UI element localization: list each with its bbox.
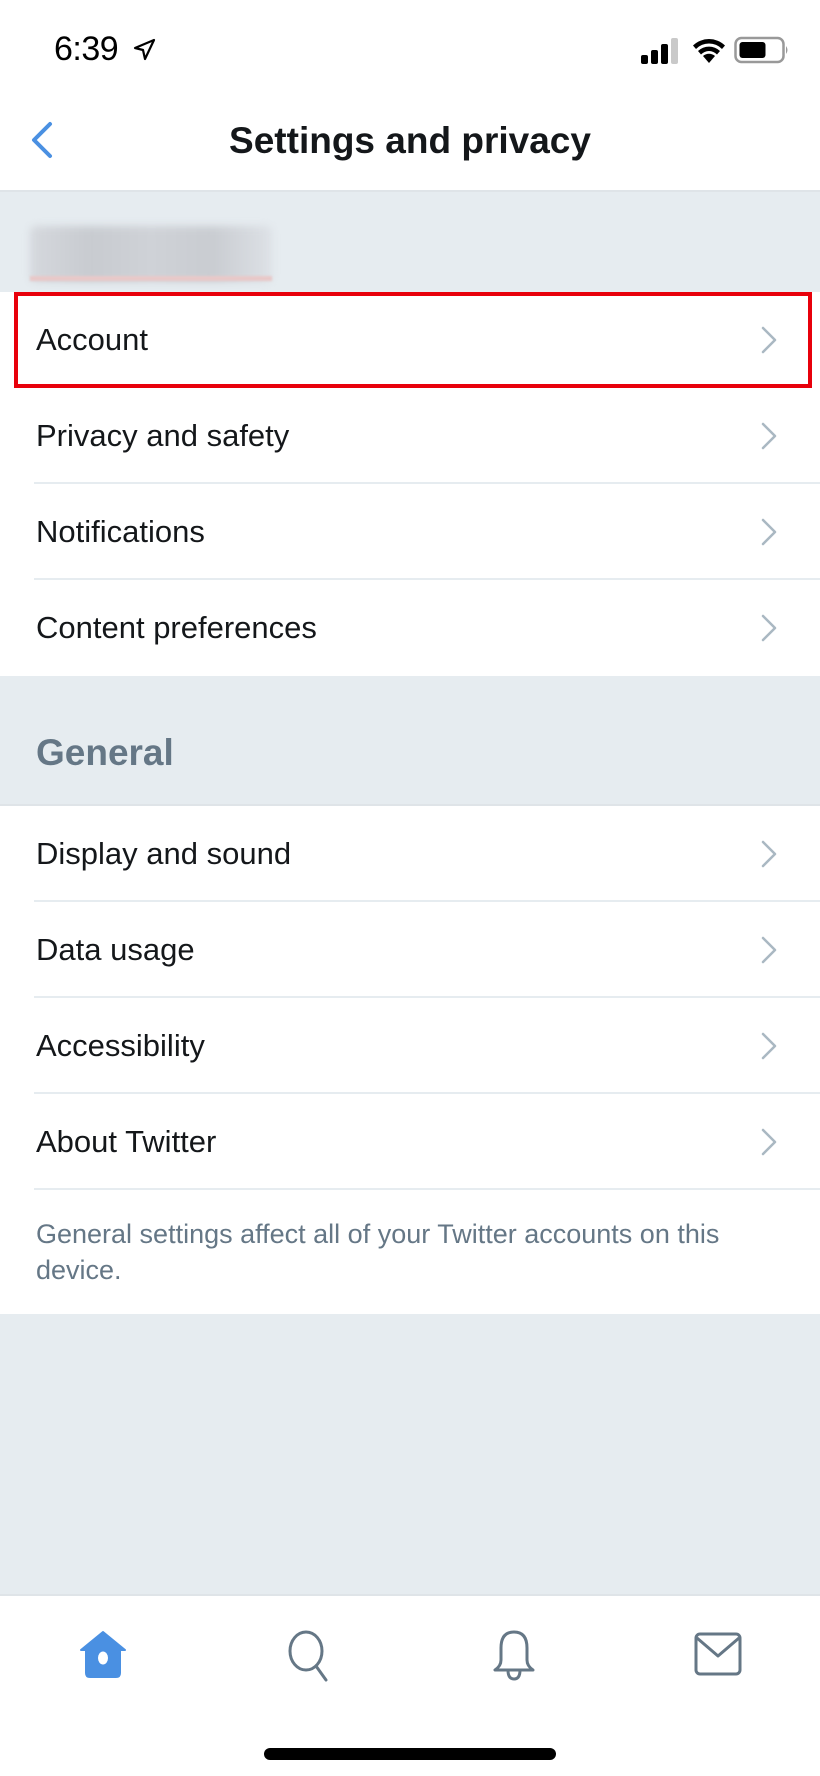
home-icon bbox=[80, 1631, 126, 1678]
settings-item-label: Display and sound bbox=[36, 836, 292, 871]
settings-item-content-preferences[interactable]: Content preferences bbox=[0, 580, 820, 676]
chevron-right-icon bbox=[761, 422, 777, 450]
tab-messages[interactable] bbox=[688, 1624, 748, 1684]
bell-icon bbox=[493, 1630, 535, 1681]
settings-item-data-usage[interactable]: Data usage bbox=[0, 902, 820, 998]
settings-item-label: Content preferences bbox=[36, 610, 317, 645]
chevron-right-icon bbox=[761, 840, 777, 868]
settings-item-accessibility[interactable]: Accessibility bbox=[0, 998, 820, 1094]
location-arrow-icon bbox=[133, 38, 156, 61]
tab-search[interactable] bbox=[278, 1624, 338, 1684]
settings-item-label: Privacy and safety bbox=[36, 418, 290, 453]
settings-item-label: Notifications bbox=[36, 514, 205, 549]
chevron-right-icon bbox=[761, 614, 777, 642]
chevron-right-icon bbox=[761, 518, 777, 546]
settings-item-label: Data usage bbox=[36, 932, 195, 967]
settings-item-notifications[interactable]: Notifications bbox=[0, 484, 820, 580]
settings-item-label: About Twitter bbox=[36, 1124, 217, 1159]
account-settings-group: Account Privacy and safety Notifications… bbox=[0, 292, 820, 676]
section-header-general: General bbox=[0, 680, 820, 806]
settings-item-about-twitter[interactable]: About Twitter bbox=[0, 1094, 820, 1190]
settings-item-label: Accessibility bbox=[36, 1028, 205, 1063]
general-footnote-container: General settings affect all of your Twit… bbox=[0, 1190, 820, 1314]
settings-item-account[interactable]: Account bbox=[14, 292, 812, 388]
cellular-signal-icon bbox=[641, 38, 678, 64]
general-settings-group: Display and sound Data usage Accessibili… bbox=[0, 806, 820, 1314]
settings-item-label: Account bbox=[36, 322, 149, 357]
settings-item-display-and-sound[interactable]: Display and sound bbox=[0, 806, 820, 902]
chevron-right-icon bbox=[761, 1032, 777, 1060]
navigation-bar: Settings and privacy bbox=[0, 90, 820, 192]
wifi-icon bbox=[693, 39, 725, 63]
page-title: Settings and privacy bbox=[229, 120, 591, 161]
battery-icon bbox=[734, 36, 788, 64]
blurred-username-underline bbox=[30, 276, 272, 281]
settings-item-privacy-and-safety[interactable]: Privacy and safety bbox=[0, 388, 820, 484]
account-header bbox=[0, 192, 820, 292]
chevron-right-icon bbox=[761, 1128, 777, 1156]
status-time: 6:39 bbox=[54, 30, 119, 68]
tab-home[interactable] bbox=[73, 1624, 133, 1684]
section-title: General bbox=[36, 732, 174, 773]
blurred-username bbox=[30, 226, 272, 282]
search-icon bbox=[288, 1630, 328, 1682]
chevron-right-icon bbox=[761, 936, 777, 964]
tab-notifications[interactable] bbox=[484, 1624, 544, 1684]
home-indicator[interactable] bbox=[264, 1748, 556, 1760]
general-footnote: General settings affect all of your Twit… bbox=[36, 1219, 720, 1285]
status-bar: 6:39 bbox=[0, 0, 820, 90]
mail-icon bbox=[694, 1632, 742, 1676]
chevron-right-icon bbox=[761, 326, 777, 354]
